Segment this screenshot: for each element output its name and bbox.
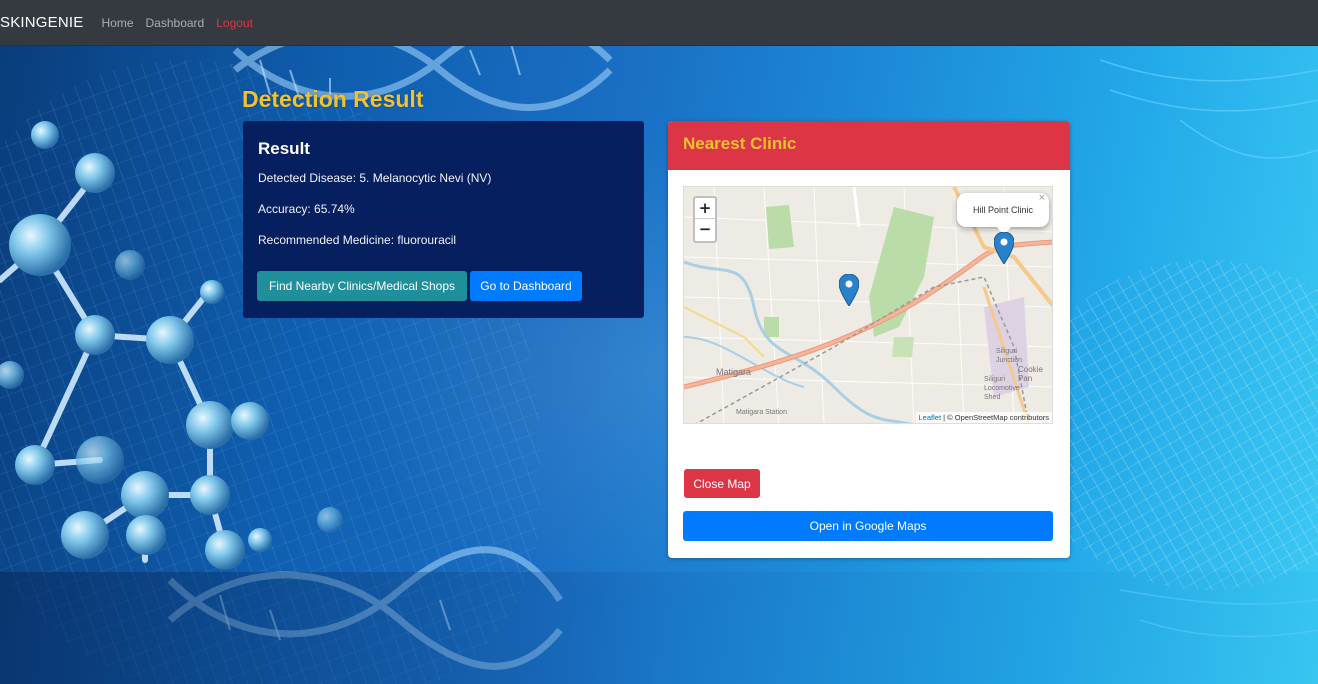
map-zoom-control: + −	[693, 196, 717, 243]
close-map-button[interactable]: Close Map	[684, 469, 760, 498]
detected-disease: Detected Disease: 5. Melanocytic Nevi (N…	[258, 171, 492, 185]
map-label-siliguri-junction: Siliguri Junction	[996, 348, 1023, 364]
clinic-marker-icon[interactable]	[994, 232, 1014, 264]
background	[0, 0, 1318, 684]
background-bottom-band	[0, 572, 1318, 684]
clinic-card: Nearest Clinic Matigara Matigara Station…	[668, 121, 1070, 558]
go-to-dashboard-button[interactable]: Go to Dashboard	[470, 271, 582, 301]
map-label-matigara: Matigara	[716, 367, 752, 377]
result-actions: Find Nearby Clinics/Medical Shops Go to …	[257, 271, 582, 301]
result-card: Result Detected Disease: 5. Melanocytic …	[243, 121, 644, 318]
clinic-map[interactable]: Matigara Matigara Station Siliguri Junct…	[683, 186, 1053, 424]
page-title: Detection Result	[242, 86, 424, 112]
find-clinics-button[interactable]: Find Nearby Clinics/Medical Shops	[257, 271, 467, 301]
recommended-medicine: Recommended Medicine: fluorouracil	[258, 233, 457, 247]
result-heading: Result	[258, 139, 310, 158]
molecule-illustration	[0, 19, 1318, 670]
zoom-in-button[interactable]: +	[695, 198, 715, 219]
map-label-matigara-station: Matigara Station	[736, 409, 787, 416]
clinic-heading: Nearest Clinic	[668, 121, 1070, 170]
navbar: SKINGENIE Home Dashboard Logout	[0, 0, 1318, 46]
nav-home[interactable]: Home	[102, 16, 134, 30]
clinic-popup: Hill Point Clinic ×	[957, 192, 1049, 235]
map-label-cookie-pan: Cookie Pan	[1018, 365, 1043, 383]
leaflet-link[interactable]: Leaflet	[919, 413, 942, 422]
nav-dashboard[interactable]: Dashboard	[146, 16, 205, 30]
open-google-maps-button[interactable]: Open in Google Maps	[683, 511, 1053, 541]
brand-logo[interactable]: SKINGENIE	[0, 14, 84, 31]
popup-text: Hill Point Clinic	[972, 205, 1034, 215]
zoom-out-button[interactable]: −	[695, 219, 715, 240]
osm-attribution: | © OpenStreetMap contributors	[941, 413, 1049, 422]
accuracy: Accuracy: 65.74%	[258, 202, 355, 216]
nav-logout[interactable]: Logout	[216, 16, 253, 30]
popup-close-icon[interactable]: ×	[1039, 187, 1045, 215]
map-attribution: Leaflet | © OpenStreetMap contributors	[915, 412, 1052, 423]
location-marker-icon[interactable]	[839, 274, 859, 306]
